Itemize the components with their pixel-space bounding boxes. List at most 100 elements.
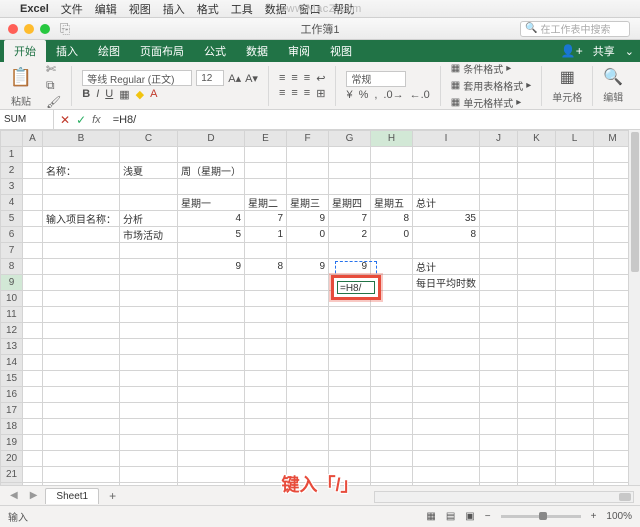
- cell[interactable]: [178, 467, 245, 483]
- cell[interactable]: [287, 179, 329, 195]
- align-mid-icon[interactable]: ≡: [291, 72, 297, 85]
- account-icon[interactable]: 👤+: [561, 44, 583, 58]
- cell[interactable]: 名称：: [43, 163, 120, 179]
- cell[interactable]: 总计: [413, 195, 480, 211]
- cell[interactable]: [518, 211, 556, 227]
- cell[interactable]: 每日平均时数: [413, 275, 480, 291]
- cell[interactable]: [329, 403, 371, 419]
- cell[interactable]: [594, 435, 632, 451]
- cell[interactable]: [120, 275, 178, 291]
- cell[interactable]: [413, 371, 480, 387]
- cell[interactable]: [556, 451, 594, 467]
- menu-insert[interactable]: 插入: [163, 1, 185, 17]
- cell[interactable]: [594, 451, 632, 467]
- cell[interactable]: [518, 291, 556, 307]
- cell[interactable]: [556, 419, 594, 435]
- row-header[interactable]: 3: [1, 179, 23, 195]
- tab-review[interactable]: 审阅: [278, 40, 320, 62]
- cell[interactable]: [23, 419, 43, 435]
- cell[interactable]: [329, 291, 371, 307]
- bold-icon[interactable]: B: [82, 88, 90, 101]
- cell[interactable]: [120, 339, 178, 355]
- cell[interactable]: [43, 227, 120, 243]
- cell[interactable]: 8: [371, 211, 413, 227]
- cell[interactable]: [594, 291, 632, 307]
- cell[interactable]: [329, 275, 371, 291]
- cell[interactable]: [518, 227, 556, 243]
- cell[interactable]: [245, 275, 287, 291]
- cell[interactable]: [480, 387, 518, 403]
- wrap-text-icon[interactable]: ↩: [316, 72, 325, 85]
- cell[interactable]: [23, 179, 43, 195]
- row-header[interactable]: 11: [1, 307, 23, 323]
- cell[interactable]: 5: [178, 227, 245, 243]
- cell[interactable]: [43, 195, 120, 211]
- cell[interactable]: [594, 467, 632, 483]
- cell[interactable]: [329, 339, 371, 355]
- cell[interactable]: [245, 419, 287, 435]
- cell[interactable]: [556, 179, 594, 195]
- cell[interactable]: [371, 435, 413, 451]
- cell[interactable]: [287, 275, 329, 291]
- select-all-corner[interactable]: [1, 131, 23, 147]
- col-header[interactable]: E: [245, 131, 287, 147]
- cell[interactable]: [245, 355, 287, 371]
- cell[interactable]: [556, 291, 594, 307]
- col-header[interactable]: I: [413, 131, 480, 147]
- cell[interactable]: [413, 419, 480, 435]
- cell[interactable]: [518, 387, 556, 403]
- italic-icon[interactable]: I: [96, 88, 99, 101]
- name-box[interactable]: SUM: [0, 110, 54, 129]
- cell[interactable]: [556, 147, 594, 163]
- currency-icon[interactable]: ¥: [346, 89, 352, 101]
- cell[interactable]: [371, 259, 413, 275]
- menu-view[interactable]: 视图: [129, 1, 151, 17]
- cell[interactable]: [178, 419, 245, 435]
- sheet-add-button[interactable]: +: [103, 489, 122, 503]
- cell[interactable]: [329, 163, 371, 179]
- cell[interactable]: 输入项目名称：: [43, 211, 120, 227]
- window-minimize-button[interactable]: [24, 24, 34, 34]
- cell[interactable]: [43, 451, 120, 467]
- cell[interactable]: [23, 163, 43, 179]
- cell[interactable]: [23, 291, 43, 307]
- cell[interactable]: 8: [245, 259, 287, 275]
- cell[interactable]: [23, 307, 43, 323]
- cell[interactable]: [287, 387, 329, 403]
- cell[interactable]: [287, 403, 329, 419]
- cell[interactable]: [43, 147, 120, 163]
- cell[interactable]: [43, 355, 120, 371]
- cell[interactable]: [178, 451, 245, 467]
- cell[interactable]: [43, 371, 120, 387]
- zoom-out-button[interactable]: −: [485, 511, 491, 522]
- percent-icon[interactable]: %: [359, 89, 369, 101]
- cell[interactable]: [556, 467, 594, 483]
- cell[interactable]: [413, 243, 480, 259]
- sheet-nav-prev-icon[interactable]: ◀: [6, 490, 22, 501]
- cell[interactable]: [245, 307, 287, 323]
- cell[interactable]: 星期一: [178, 195, 245, 211]
- cell[interactable]: [329, 371, 371, 387]
- cells-icon[interactable]: ▦: [560, 67, 575, 87]
- window-maximize-button[interactable]: [40, 24, 50, 34]
- align-left-icon[interactable]: ≡: [279, 87, 285, 100]
- cell[interactable]: [287, 307, 329, 323]
- cell[interactable]: [329, 307, 371, 323]
- number-format-select[interactable]: 常规: [346, 71, 406, 87]
- cell[interactable]: 0: [287, 227, 329, 243]
- cell[interactable]: [518, 355, 556, 371]
- cell[interactable]: [120, 387, 178, 403]
- cell[interactable]: 星期四: [329, 195, 371, 211]
- cell[interactable]: [518, 147, 556, 163]
- sheet-tab[interactable]: Sheet1: [45, 488, 99, 504]
- cell[interactable]: 4: [178, 211, 245, 227]
- copy-icon[interactable]: ⧉: [46, 78, 61, 93]
- cell[interactable]: [556, 163, 594, 179]
- col-header[interactable]: B: [43, 131, 120, 147]
- cell[interactable]: [556, 243, 594, 259]
- cell[interactable]: [287, 291, 329, 307]
- row-header[interactable]: 20: [1, 451, 23, 467]
- cell[interactable]: [23, 211, 43, 227]
- cell[interactable]: [245, 435, 287, 451]
- zoom-in-button[interactable]: +: [591, 511, 597, 522]
